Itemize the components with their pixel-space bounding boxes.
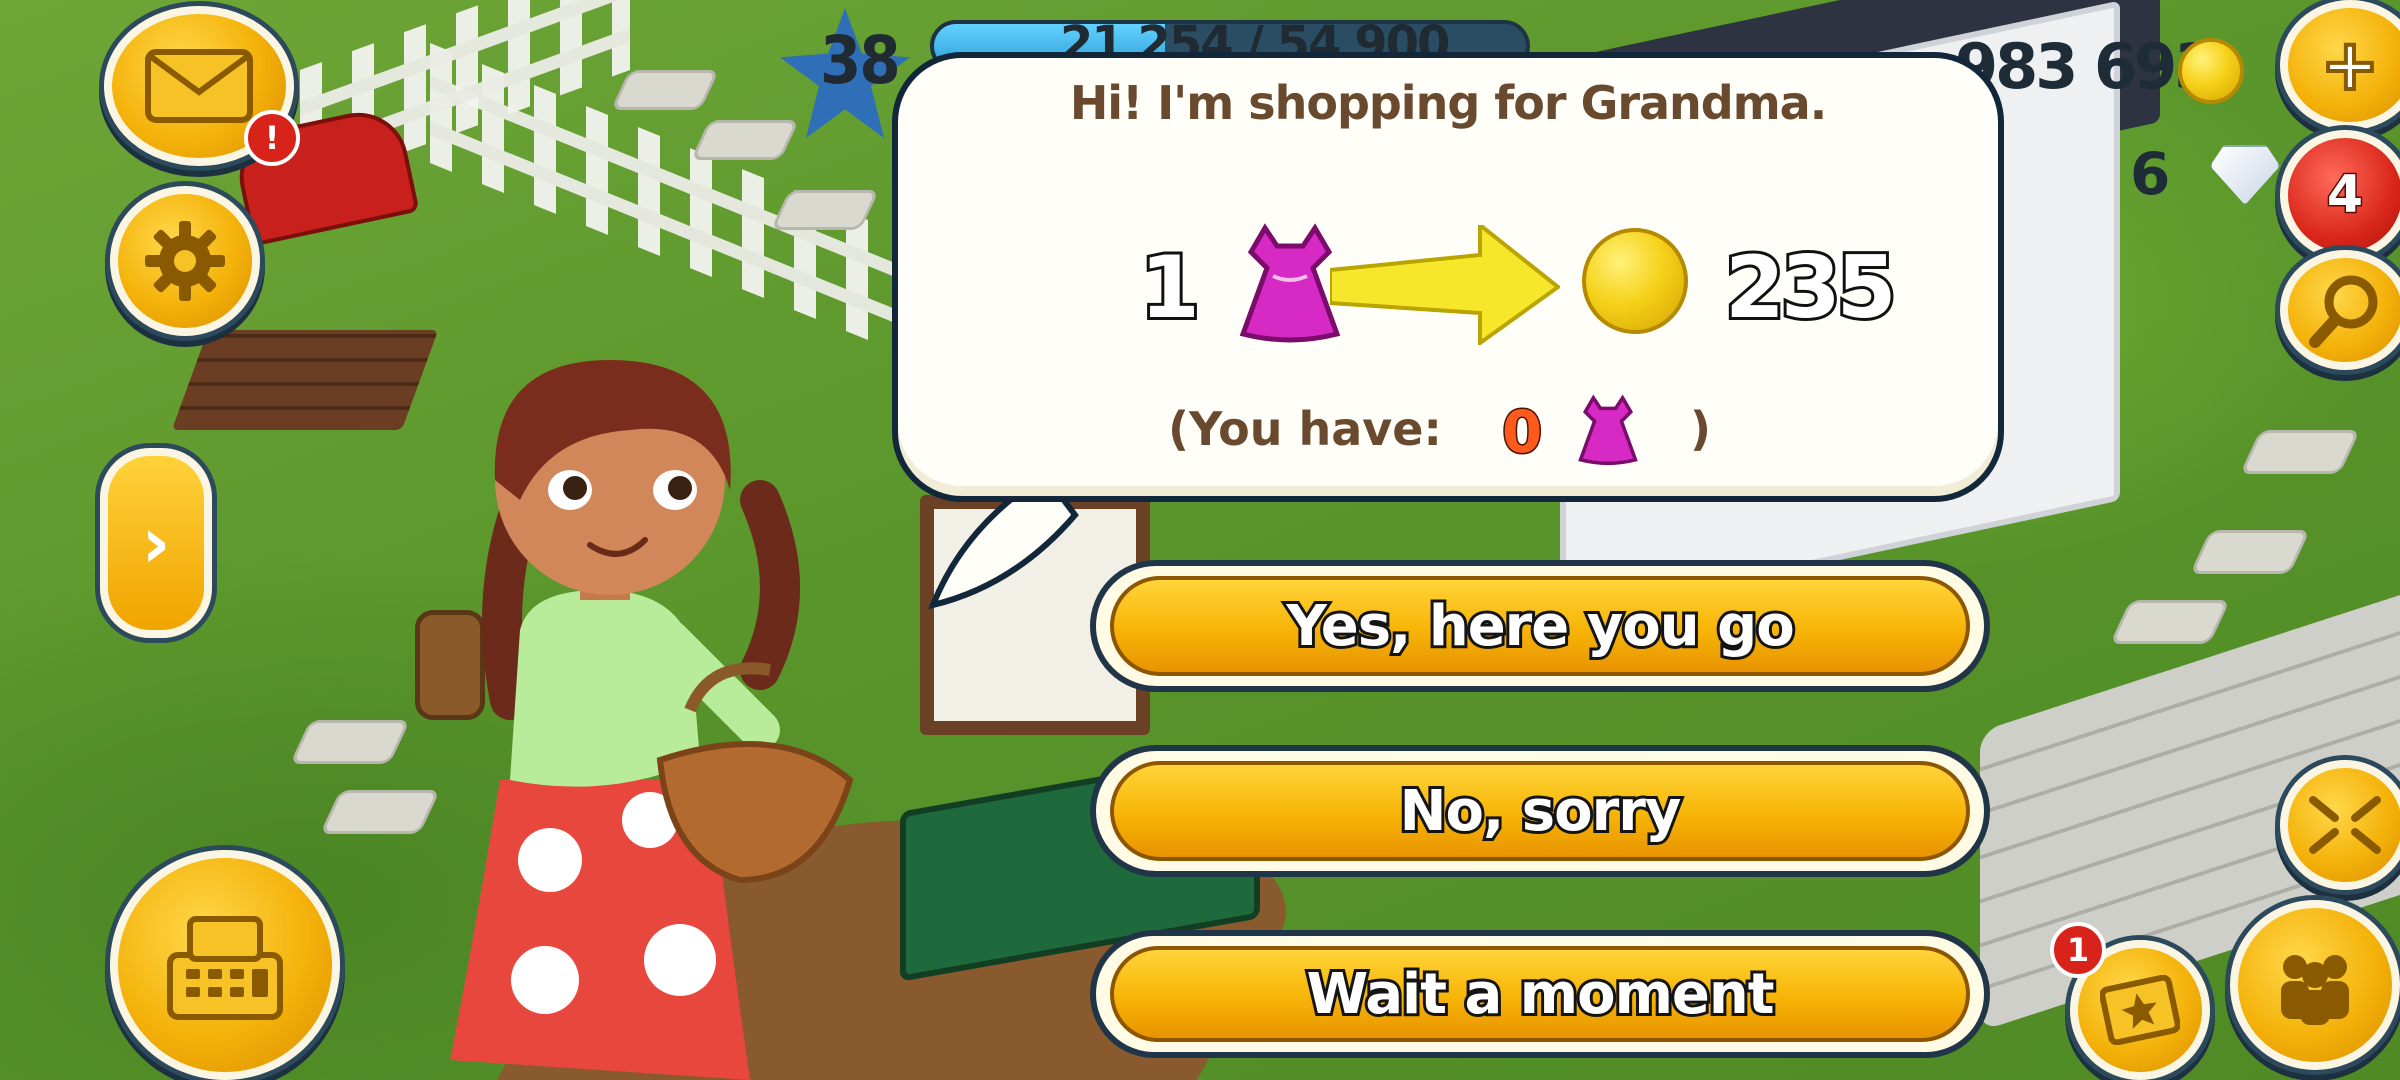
side-panel-arrow-button[interactable]: › (100, 448, 212, 638)
customer-girl-character (450, 360, 854, 1080)
mail-alert-badge: ! (244, 110, 300, 166)
cash-register-icon (167, 916, 283, 1020)
wait-button-label: Wait a moment (1110, 946, 1970, 1042)
newspaper-icon (2100, 975, 2180, 1045)
settings-button[interactable] (110, 186, 260, 336)
no-sorry-button[interactable]: No, sorry (1090, 745, 1990, 877)
path-stone (2109, 600, 2231, 644)
path-stone (2239, 430, 2361, 474)
friends-requests-button[interactable]: 4 (2280, 130, 2400, 260)
you-have-count: 0 (1500, 397, 1543, 468)
path-stone (2189, 530, 2311, 574)
friends-requests-count: 4 (2325, 164, 2364, 227)
chevron-right-icon: › (141, 502, 171, 584)
friends-icon (2281, 955, 2349, 1025)
roadside-shop-button[interactable] (110, 850, 340, 1080)
mail-icon (145, 49, 253, 123)
level-number: 38 (820, 22, 901, 99)
diamond-balance: 6 (2130, 140, 2171, 208)
coin-icon (1582, 228, 1688, 334)
plus-icon: + (2319, 24, 2382, 106)
coin-icon (2178, 38, 2244, 104)
dialog-title: Hi! I'm shopping for Grandma. (1069, 76, 1827, 130)
yes-button-label: Yes, here you go (1110, 576, 1970, 676)
no-button-label: No, sorry (1110, 761, 1970, 861)
friends-button[interactable] (2230, 900, 2400, 1070)
gear-icon (145, 221, 225, 301)
yes-here-you-go-button[interactable]: Yes, here you go (1090, 560, 1990, 692)
item-quantity: 1 (1137, 235, 1203, 341)
magnifier-icon (2309, 275, 2378, 348)
wait-a-moment-button[interactable]: Wait a moment (1090, 930, 1990, 1058)
pink-dress-icon (1578, 394, 1638, 466)
wooden-bench (171, 330, 439, 430)
arrow-right-icon (1330, 225, 1560, 345)
you-have-label: (You have: (1168, 402, 1442, 456)
expand-arrows-icon (2309, 796, 2381, 854)
you-have-close-paren: ) (1690, 402, 1712, 456)
newspaper-badge: 1 (2050, 922, 2106, 978)
path-stone (289, 720, 411, 764)
reward-amount: 235 (1722, 235, 1900, 341)
path-stone (319, 790, 441, 834)
search-button[interactable] (2280, 250, 2400, 370)
edit-mode-button[interactable] (2280, 760, 2400, 890)
